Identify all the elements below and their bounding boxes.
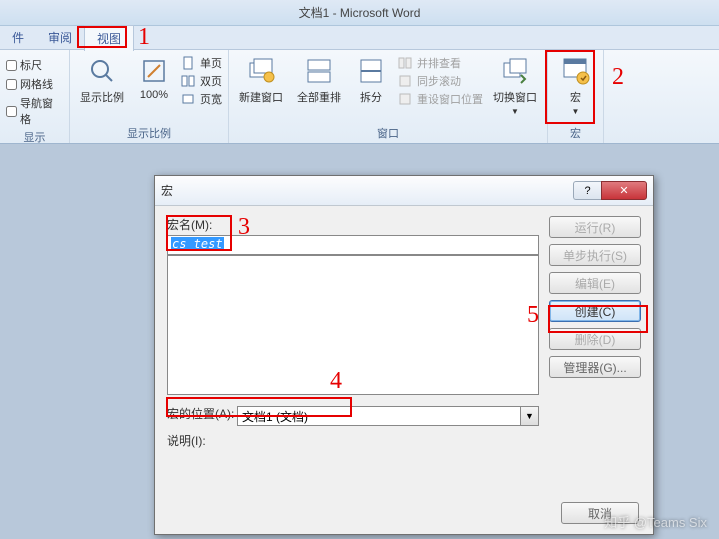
btn-syncscroll: 同步滚动 xyxy=(397,73,483,89)
group-zoom-label: 显示比例 xyxy=(76,123,222,143)
dialog-close-button[interactable]: ✕ xyxy=(601,181,647,200)
description-label: 说明(I): xyxy=(167,432,539,449)
watermark: 知乎 @Teams Six xyxy=(604,512,707,531)
dialog-titlebar[interactable]: 宏 ? ✕ xyxy=(155,176,653,206)
btn-newwindow[interactable]: 新建窗口 xyxy=(235,53,287,107)
tab-review[interactable]: 审阅 xyxy=(36,25,84,50)
group-zoom: 显示比例 100% 单页 双页 页宽 显示比例 xyxy=(70,50,229,143)
split-icon xyxy=(355,55,387,87)
btn-macros[interactable]: 宏 ▼ xyxy=(556,53,596,118)
group-show: 标尺 网格线 导航窗格 显示 xyxy=(0,50,70,143)
btn-zoom[interactable]: 显示比例 xyxy=(76,53,128,107)
macros-in-combo[interactable]: 文档1 (文档) xyxy=(237,406,521,426)
dialog-help-button[interactable]: ? xyxy=(573,181,601,200)
dropdown-icon: ▼ xyxy=(511,107,519,116)
switch-icon xyxy=(499,55,531,87)
organizer-button[interactable]: 管理器(G)... xyxy=(549,356,641,378)
newwindow-icon xyxy=(245,55,277,87)
create-button[interactable]: 创建(C) xyxy=(549,300,641,322)
sidebyside-icon xyxy=(397,55,413,71)
macro-name-input[interactable]: cs_test xyxy=(167,235,539,255)
arrange-icon xyxy=(303,55,335,87)
btn-arrangeall[interactable]: 全部重排 xyxy=(293,53,345,107)
btn-split[interactable]: 拆分 xyxy=(351,53,391,107)
pagewidth-icon xyxy=(180,91,196,107)
onepage-icon xyxy=(180,55,196,71)
macros-dialog: 宏 ? ✕ 宏名(M): cs_test 宏的位置(A): 文档1 (文档) ▼… xyxy=(154,175,654,535)
resetpos-icon xyxy=(397,91,413,107)
tab-view[interactable]: 视图 xyxy=(84,25,134,51)
delete-button[interactable]: 删除(D) xyxy=(549,328,641,350)
btn-onepage[interactable]: 单页 xyxy=(180,55,222,71)
btn-100[interactable]: 100% xyxy=(134,53,174,103)
group-window: 新建窗口 全部重排 拆分 并排查看 同步滚动 重设窗口位置 切换窗口 ▼ 窗口 xyxy=(229,50,548,143)
macro-listbox[interactable] xyxy=(167,255,539,395)
run-button[interactable]: 运行(R) xyxy=(549,216,641,238)
ribbon: 标尺 网格线 导航窗格 显示 显示比例 100% 单页 双页 页宽 显示比例 xyxy=(0,50,719,144)
step-button[interactable]: 单步执行(S) xyxy=(549,244,641,266)
btn-sidebyside: 并排查看 xyxy=(397,55,483,71)
chk-gridlines[interactable]: 网格线 xyxy=(6,76,63,92)
btn-resetpos: 重设窗口位置 xyxy=(397,91,483,107)
edit-button[interactable]: 编辑(E) xyxy=(549,272,641,294)
combo-dropdown-button[interactable]: ▼ xyxy=(521,406,539,426)
btn-twopages[interactable]: 双页 xyxy=(180,73,222,89)
group-macros: 宏 ▼ 宏 xyxy=(548,50,604,143)
ribbon-tabs: 件 审阅 视图 xyxy=(0,26,719,50)
twopages-icon xyxy=(180,73,196,89)
dropdown-icon: ▼ xyxy=(572,107,580,116)
chk-ruler[interactable]: 标尺 xyxy=(6,57,63,73)
syncscroll-icon xyxy=(397,73,413,89)
chk-navpane[interactable]: 导航窗格 xyxy=(6,95,63,127)
btn-switchwindow[interactable]: 切换窗口 ▼ xyxy=(489,53,541,118)
macro-name-label: 宏名(M): xyxy=(167,216,539,233)
zoom-icon xyxy=(86,55,118,87)
group-macros-label: 宏 xyxy=(554,123,597,143)
hundred-icon xyxy=(138,55,170,87)
group-window-label: 窗口 xyxy=(235,123,541,143)
dialog-title: 宏 xyxy=(161,182,573,199)
tab-file[interactable]: 件 xyxy=(0,25,36,50)
macros-icon xyxy=(560,55,592,87)
btn-pagewidth[interactable]: 页宽 xyxy=(180,91,222,107)
app-title: 文档1 - Microsoft Word xyxy=(299,4,421,21)
app-titlebar: 文档1 - Microsoft Word xyxy=(0,0,719,26)
